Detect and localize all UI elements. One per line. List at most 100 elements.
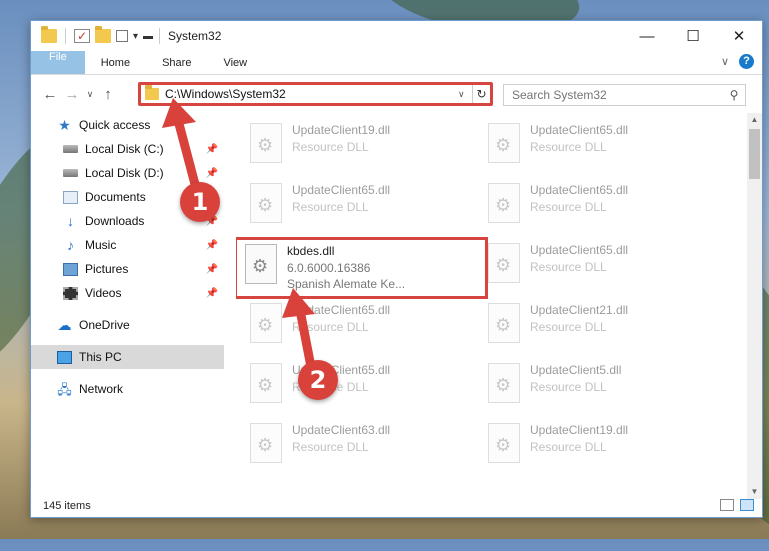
- sidebar-item-label: Documents: [85, 190, 146, 204]
- file-description: Resource DLL: [530, 320, 607, 334]
- file-description: Resource DLL: [530, 140, 607, 154]
- callout-badge-1: 1: [180, 182, 220, 222]
- sidebar-item-label: Network: [79, 382, 124, 396]
- tab-view[interactable]: View: [207, 51, 263, 74]
- documents-icon: [63, 190, 78, 204]
- scrollbar-thumb[interactable]: [749, 129, 760, 179]
- pin-icon[interactable]: 📌: [206, 288, 218, 299]
- customize-toolbar-icon[interactable]: [116, 30, 128, 42]
- file-item[interactable]: UpdateClient19.dll Resource DLL: [246, 121, 484, 181]
- music-icon: ♪: [67, 236, 74, 253]
- chevron-down-icon[interactable]: ▾: [133, 31, 138, 42]
- back-arrow-icon[interactable]: ←: [39, 86, 61, 103]
- address-bar[interactable]: C:\Windows\System32 ∨ ↻: [138, 82, 493, 106]
- file-item[interactable]: UpdateClient63.dll Resource DLL: [246, 421, 484, 481]
- minimize-button[interactable]: —: [624, 21, 670, 51]
- sidebar-item-label: Local Disk (C:): [85, 142, 164, 156]
- dll-file-icon: [488, 423, 520, 463]
- dll-file-icon: [488, 303, 520, 343]
- sidebar-item-label: Pictures: [85, 262, 129, 276]
- sidebar-item-network[interactable]: 🖧 Network: [31, 377, 224, 401]
- pin-icon[interactable]: 📌: [206, 168, 218, 179]
- sidebar-item-quick-access[interactable]: ★ Quick access: [31, 113, 224, 137]
- dll-file-icon: [245, 244, 277, 284]
- sidebar-item-pictures[interactable]: Pictures 📌: [31, 257, 224, 281]
- file-name: UpdateClient21.dll: [530, 303, 629, 317]
- file-item[interactable]: UpdateClient21.dll Resource DLL: [484, 301, 722, 361]
- pin-icon[interactable]: 📌: [206, 264, 218, 275]
- maximize-button[interactable]: ☐: [670, 21, 716, 51]
- file-item[interactable]: UpdateClient65.dllResource DLL: [484, 241, 722, 301]
- sidebar-item-onedrive[interactable]: ☁ OneDrive: [31, 313, 224, 337]
- sidebar-item-label: Music: [85, 238, 117, 252]
- tab-file[interactable]: File: [31, 51, 85, 74]
- file-description: Resource DLL: [292, 440, 369, 454]
- sidebar-item-label: This PC: [79, 350, 122, 364]
- file-description: Resource DLL: [292, 200, 369, 214]
- folder-icon: [145, 85, 159, 100]
- close-button[interactable]: ✕: [716, 21, 762, 51]
- file-description: Resource DLL: [530, 440, 607, 454]
- recent-locations-icon[interactable]: ∨: [83, 89, 97, 100]
- videos-icon: [63, 286, 78, 300]
- file-item[interactable]: UpdateClient65.dllResource DLL: [246, 181, 484, 241]
- new-folder-icon[interactable]: [95, 26, 111, 43]
- file-item[interactable]: UpdateClient19.dll Resource DLL: [484, 421, 722, 481]
- file-item[interactable]: UpdateClient65.dllResource DLL: [246, 361, 484, 421]
- properties-icon[interactable]: ✓: [74, 29, 90, 43]
- explorer-window: ✓ ▾ ▬ System32 — ☐ ✕ File Home Share Vie…: [30, 20, 763, 518]
- sidebar-item-music[interactable]: ♪ Music 📌: [31, 233, 224, 257]
- sidebar-item-label: Downloads: [85, 214, 145, 228]
- large-icons-view-icon[interactable]: [740, 499, 754, 511]
- file-name: UpdateClient19.dll: [530, 423, 629, 437]
- sidebar-item-local-disk-d[interactable]: Local Disk (D:) 📌: [31, 161, 224, 185]
- help-icon[interactable]: ?: [739, 54, 754, 69]
- file-version: 6.0.6000.16386: [287, 261, 371, 275]
- file-name: UpdateClient65.dll: [530, 123, 629, 137]
- sidebar-item-this-pc[interactable]: This PC: [31, 345, 224, 369]
- dll-file-icon: [250, 303, 282, 343]
- pictures-icon: [63, 262, 78, 276]
- file-description: Resource DLL: [292, 320, 369, 334]
- up-arrow-icon[interactable]: ↑: [97, 86, 119, 103]
- tab-home[interactable]: Home: [85, 51, 146, 74]
- file-description: Resource DLL: [530, 200, 607, 214]
- file-name: kbdes.dll: [287, 244, 335, 258]
- details-view-icon[interactable]: [720, 499, 734, 511]
- toolbar-dropdown-icon[interactable]: ▬: [143, 31, 153, 42]
- search-box[interactable]: ⚲: [503, 84, 746, 106]
- search-input[interactable]: [512, 88, 723, 102]
- ribbon-tabs: File Home Share View ∨ ?: [31, 51, 762, 75]
- file-list: UpdateClient19.dll Resource DLL UpdateCli…: [236, 113, 751, 499]
- file-name: UpdateClient19.dll: [292, 123, 391, 137]
- sidebar-item-local-disk-c[interactable]: Local Disk (C:) 📌: [31, 137, 224, 161]
- file-description: Resource DLL: [530, 260, 607, 274]
- file-name: UpdateClient65.dll: [292, 303, 391, 317]
- quick-access-toolbar: ✓ ▾ ▬: [31, 26, 153, 44]
- expand-ribbon-icon[interactable]: ∨: [721, 55, 729, 68]
- refresh-icon[interactable]: ↻: [472, 85, 490, 103]
- forward-arrow-icon[interactable]: →: [61, 86, 83, 103]
- file-name: UpdateClient65.dll: [530, 183, 629, 197]
- navigation-bar: ← → ∨ ↑ C:\Windows\System32 ∨ ↻ ⚲: [31, 75, 762, 113]
- file-item[interactable]: UpdateClient5.dll Resource DLL: [484, 361, 722, 421]
- dll-file-icon: [488, 123, 520, 163]
- tab-share[interactable]: Share: [146, 51, 207, 74]
- chevron-down-icon[interactable]: ∨: [458, 89, 472, 100]
- dll-file-icon: [488, 363, 520, 403]
- sidebar-item-label: Quick access: [79, 118, 151, 132]
- star-icon: ★: [58, 116, 71, 133]
- file-item-kbdes[interactable]: kbdes.dll 6.0.6000.16386 Spanish Alemate K…: [236, 237, 488, 299]
- scroll-up-icon[interactable]: ▲: [747, 113, 762, 127]
- address-path[interactable]: C:\Windows\System32: [165, 87, 458, 101]
- pin-icon[interactable]: 📌: [206, 144, 218, 155]
- file-item[interactable]: UpdateClient65.dll Resource DLL: [484, 181, 722, 241]
- vertical-scrollbar[interactable]: ▲ ▼: [747, 113, 762, 499]
- drive-icon: [63, 169, 78, 177]
- file-item[interactable]: UpdateClient65.dll Resource DLL: [246, 301, 484, 361]
- sidebar-item-videos[interactable]: Videos 📌: [31, 281, 224, 305]
- search-icon[interactable]: ⚲: [723, 88, 745, 102]
- folder-icon[interactable]: [41, 26, 57, 43]
- pin-icon[interactable]: 📌: [206, 240, 218, 251]
- file-item[interactable]: UpdateClient65.dll Resource DLL: [484, 121, 722, 181]
